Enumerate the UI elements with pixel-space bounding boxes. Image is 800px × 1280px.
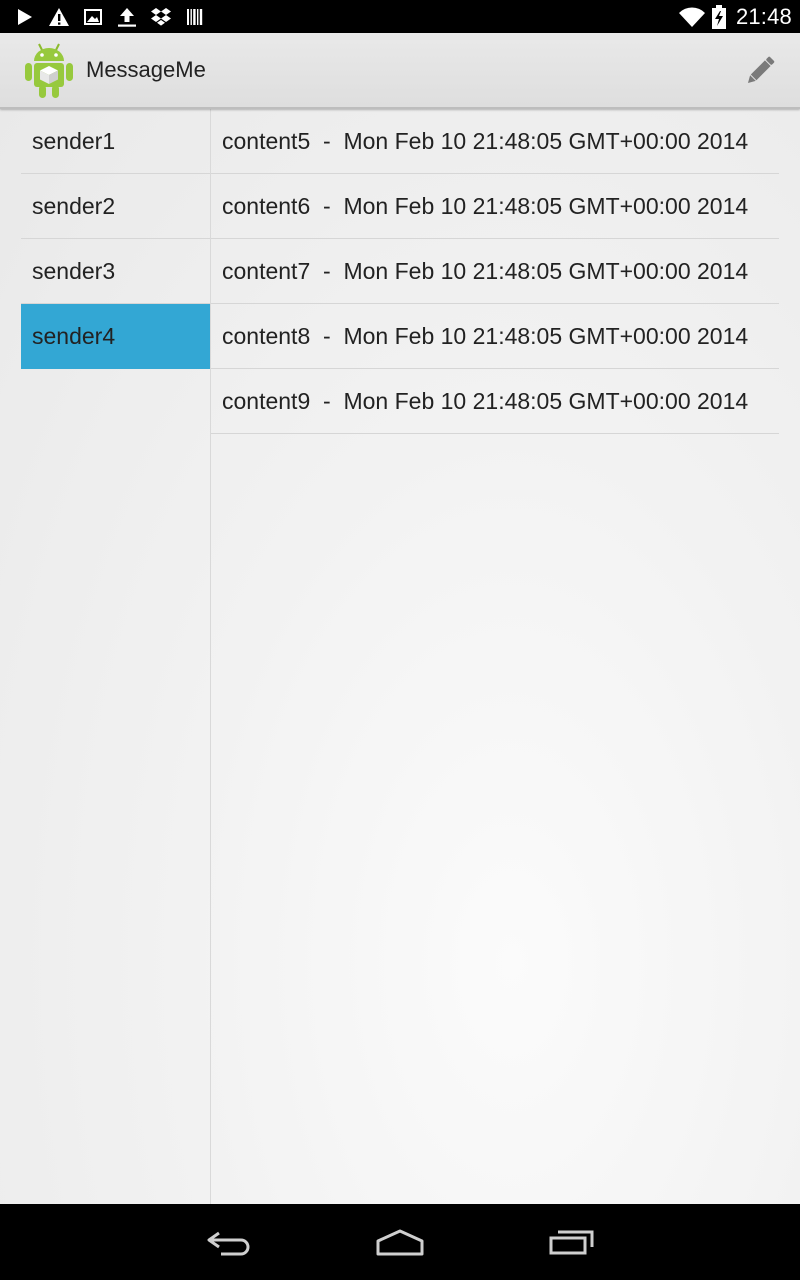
app-title: MessageMe xyxy=(86,57,206,82)
message-timestamp: Mon Feb 10 21:48:05 GMT+00:00 2014 xyxy=(343,258,749,284)
system-status: 21:48 xyxy=(678,4,792,30)
pencil-icon xyxy=(747,56,775,84)
upload-icon xyxy=(118,8,136,27)
play-icon xyxy=(18,9,32,25)
home-button[interactable] xyxy=(370,1222,430,1262)
dropbox-icon xyxy=(151,8,171,26)
wifi-icon xyxy=(678,7,705,27)
compose-button[interactable] xyxy=(738,49,782,93)
back-icon xyxy=(207,1231,250,1256)
message-content: content7 xyxy=(222,258,311,284)
message-separator: - xyxy=(310,323,344,349)
message-item[interactable]: content7 - Mon Feb 10 21:48:05 GMT+00:00… xyxy=(211,239,779,304)
android-app-icon[interactable] xyxy=(22,41,76,99)
message-timestamp: Mon Feb 10 21:48:05 GMT+00:00 2014 xyxy=(343,388,749,414)
home-icon xyxy=(376,1229,424,1256)
barcode-icon xyxy=(187,9,203,25)
clock: 21:48 xyxy=(735,4,792,29)
recent-apps-button[interactable] xyxy=(541,1222,601,1262)
back-button[interactable] xyxy=(200,1222,260,1262)
notification-icons xyxy=(14,5,206,29)
message-content: content8 xyxy=(222,323,311,349)
message-item[interactable]: content6 - Mon Feb 10 21:48:05 GMT+00:00… xyxy=(211,174,779,239)
sender-item-1[interactable]: sender1 xyxy=(21,109,210,174)
sender-item-2[interactable]: sender2 xyxy=(21,174,210,239)
message-content: content9 xyxy=(222,388,311,414)
image-icon xyxy=(84,9,102,25)
message-item[interactable]: content9 - Mon Feb 10 21:48:05 GMT+00:00… xyxy=(211,369,779,434)
message-separator: - xyxy=(310,193,344,219)
warning-icon xyxy=(49,8,69,26)
message-separator: - xyxy=(310,388,344,414)
main-content: sender1 sender2 sender3 sender4 content5… xyxy=(0,109,800,1204)
recent-apps-icon xyxy=(549,1230,594,1255)
sender-item-4[interactable]: sender4 xyxy=(21,304,210,369)
sender-list: sender1 sender2 sender3 sender4 xyxy=(21,109,210,1204)
message-content: content5 xyxy=(222,128,311,154)
message-item[interactable]: content8 - Mon Feb 10 21:48:05 GMT+00:00… xyxy=(211,304,779,369)
message-timestamp: Mon Feb 10 21:48:05 GMT+00:00 2014 xyxy=(343,323,749,349)
message-separator: - xyxy=(310,258,344,284)
message-content: content6 xyxy=(222,193,311,219)
status-bar: 21:48 xyxy=(0,0,800,33)
battery-charging-icon xyxy=(711,5,726,29)
message-item[interactable]: content5 - Mon Feb 10 21:48:05 GMT+00:00… xyxy=(211,109,779,174)
message-timestamp: Mon Feb 10 21:48:05 GMT+00:00 2014 xyxy=(343,193,749,219)
navigation-bar xyxy=(0,1204,800,1280)
action-bar: MessageMe xyxy=(0,33,800,109)
message-list: content5 - Mon Feb 10 21:48:05 GMT+00:00… xyxy=(211,109,779,1204)
message-timestamp: Mon Feb 10 21:48:05 GMT+00:00 2014 xyxy=(343,128,749,154)
sender-item-3[interactable]: sender3 xyxy=(21,239,210,304)
message-separator: - xyxy=(310,128,344,154)
